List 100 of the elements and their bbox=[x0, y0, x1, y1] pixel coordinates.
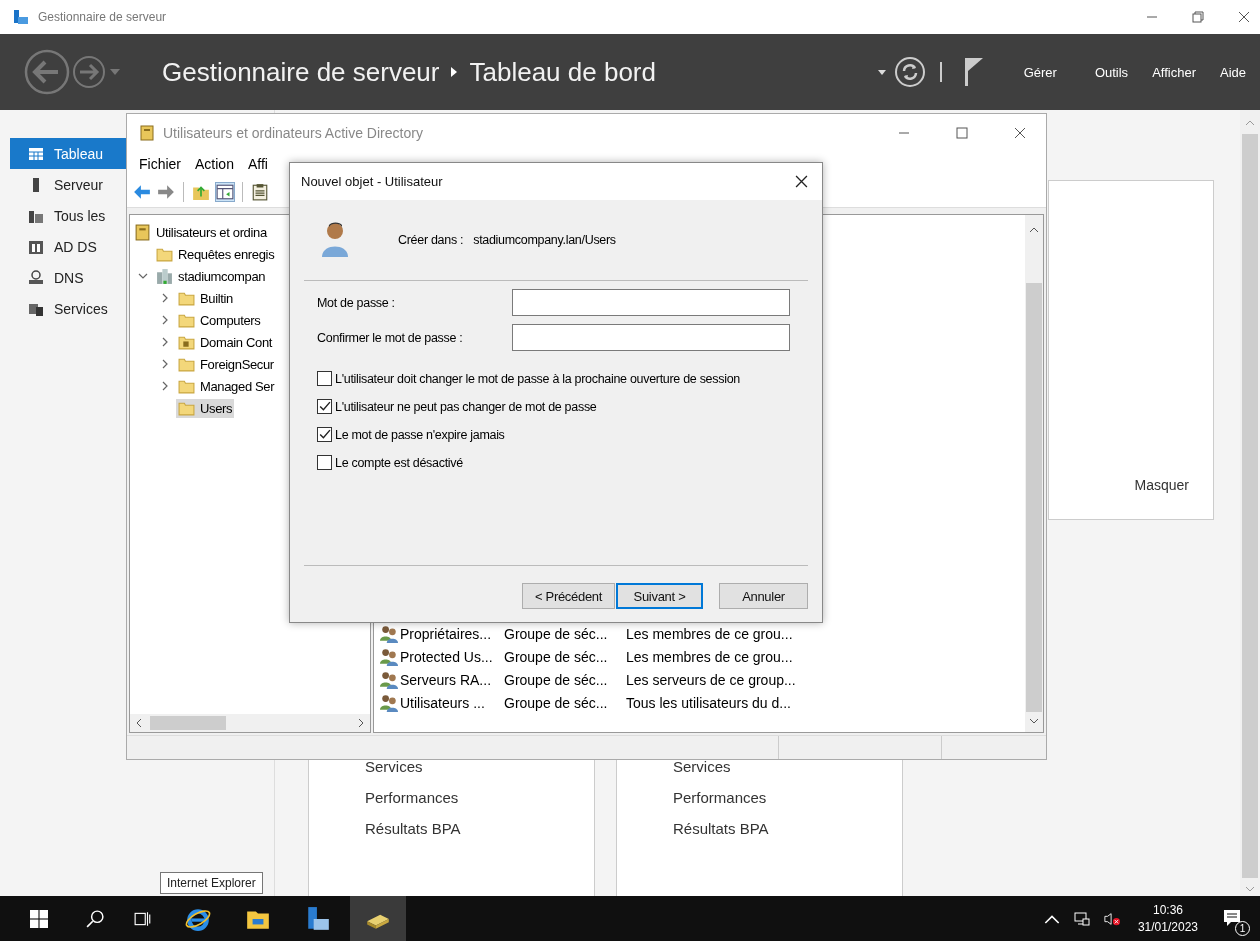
menu-item[interactable]: Outils bbox=[1094, 64, 1129, 80]
menu-item[interactable]: Affi bbox=[247, 156, 268, 172]
checkbox-label[interactable]: L'utilisateur doit changer le mot de passe à la prochaine ouverture de session bbox=[335, 371, 740, 386]
close-icon[interactable] bbox=[1238, 11, 1250, 23]
scrollbar[interactable] bbox=[130, 714, 370, 732]
flag-icon[interactable] bbox=[963, 57, 984, 87]
speaker-muted-icon[interactable] bbox=[1103, 910, 1120, 927]
checkbox[interactable] bbox=[317, 371, 332, 386]
dashboard-icon bbox=[28, 145, 44, 162]
chevron-icon[interactable] bbox=[160, 293, 170, 303]
menu-item[interactable]: Aide bbox=[1219, 64, 1246, 80]
task-view-icon[interactable] bbox=[134, 909, 152, 928]
server-manager-icon bbox=[305, 905, 331, 932]
chevron-icon[interactable] bbox=[138, 271, 148, 281]
checkbox-label[interactable]: Le mot de passe n'expire jamais bbox=[335, 427, 505, 442]
dialog-button[interactable]: Suivant > bbox=[616, 583, 703, 609]
console-tree-icon[interactable] bbox=[216, 183, 234, 201]
tree-item[interactable]: ForeignSecur bbox=[176, 354, 276, 374]
tile-link[interactable]: Performances bbox=[365, 789, 594, 806]
clock-time[interactable]: 10:36 bbox=[1152, 901, 1183, 919]
tile-link[interactable]: Services bbox=[673, 758, 902, 775]
chevron-icon[interactable] bbox=[160, 359, 170, 369]
checkbox[interactable] bbox=[317, 427, 332, 442]
checkbox-label[interactable]: Le compte est désactivé bbox=[335, 455, 463, 470]
user-icon bbox=[320, 221, 350, 259]
clipboard-icon[interactable] bbox=[251, 183, 269, 201]
domain-icon bbox=[156, 267, 173, 285]
close-icon[interactable] bbox=[1014, 126, 1026, 139]
tooltip: Internet Explorer bbox=[160, 872, 263, 894]
tile-link[interactable]: Performances bbox=[673, 789, 902, 806]
checkbox-label[interactable]: L'utilisateur ne peut pas changer de mot de passe bbox=[335, 399, 597, 414]
caret-icon[interactable] bbox=[877, 69, 886, 75]
back-arrow-icon[interactable] bbox=[133, 183, 151, 201]
forward-arrow-icon[interactable] bbox=[157, 183, 175, 201]
restore-icon[interactable] bbox=[1192, 11, 1204, 23]
create-in-path: stadiumcompany.lan/Users bbox=[473, 233, 616, 247]
sidebar-item[interactable]: DNS bbox=[10, 262, 126, 293]
menu-item[interactable]: Fichier bbox=[139, 156, 181, 172]
group-type: Groupe de séc... bbox=[504, 671, 609, 688]
checkbox[interactable] bbox=[317, 399, 332, 414]
maximize-icon[interactable] bbox=[956, 126, 968, 139]
menu-item[interactable]: Afficher bbox=[1152, 64, 1196, 80]
scroll-left-icon[interactable] bbox=[136, 718, 142, 728]
windows-logo-icon[interactable] bbox=[30, 909, 48, 928]
search-icon[interactable] bbox=[86, 909, 104, 928]
breadcrumb-item: Tableau de bord bbox=[469, 56, 656, 88]
scroll-right-icon[interactable] bbox=[358, 718, 364, 728]
tile-link[interactable]: Services bbox=[365, 758, 594, 775]
tree-item[interactable]: Managed Ser bbox=[176, 376, 277, 396]
user-group-icon bbox=[380, 647, 398, 666]
close-icon[interactable] bbox=[795, 175, 808, 188]
user-group-icon bbox=[380, 670, 398, 689]
taskbar-app[interactable] bbox=[350, 896, 406, 941]
create-in-label: Créer dans : bbox=[398, 233, 464, 247]
group-description: Les membres de ce grou... bbox=[626, 648, 793, 665]
tree-item[interactable]: stadiumcompan bbox=[154, 266, 268, 286]
dns-icon bbox=[28, 269, 44, 286]
tile-link[interactable]: Résultats BPA bbox=[673, 820, 902, 837]
password-field[interactable] bbox=[512, 324, 790, 351]
sidebar-item[interactable]: Tous les bbox=[10, 200, 126, 231]
group-name[interactable]: Utilisateurs ... bbox=[400, 694, 485, 711]
scroll-down-icon[interactable] bbox=[1029, 718, 1039, 724]
tree-item[interactable]: Utilisateurs et ordina bbox=[132, 222, 269, 242]
menu-item[interactable]: Gérer bbox=[1023, 64, 1057, 80]
sidebar-item[interactable]: Tableau bbox=[10, 138, 126, 169]
dialog-button[interactable]: < Précédent bbox=[522, 583, 615, 609]
menu-item[interactable]: Action bbox=[195, 156, 234, 172]
notification-icon[interactable] bbox=[1222, 907, 1242, 928]
sidebar-item[interactable]: Serveur bbox=[10, 169, 126, 200]
password-field[interactable] bbox=[512, 289, 790, 316]
field-label: Confirmer le mot de passe : bbox=[317, 330, 464, 345]
scroll-up-icon[interactable] bbox=[1029, 227, 1039, 233]
user-group-icon bbox=[380, 693, 398, 712]
chevron-icon[interactable] bbox=[160, 381, 170, 391]
group-type: Groupe de séc... bbox=[504, 648, 609, 665]
group-name[interactable]: Serveurs RA... bbox=[400, 671, 492, 688]
hide-link[interactable]: Masquer bbox=[1134, 477, 1189, 493]
directory-book-icon bbox=[139, 124, 155, 141]
tree-item[interactable]: Requêtes enregis bbox=[154, 244, 277, 264]
refresh-icon[interactable] bbox=[893, 56, 926, 88]
tile-link[interactable]: Résultats BPA bbox=[365, 820, 594, 837]
tree-item[interactable]: Users bbox=[176, 398, 235, 418]
notification-count: 1 bbox=[1235, 920, 1250, 936]
clock-date[interactable]: 31/01/2023 bbox=[1137, 918, 1198, 936]
chevron-icon[interactable] bbox=[160, 337, 170, 347]
dialog-button[interactable]: Annuler bbox=[719, 583, 808, 609]
scrollbar[interactable] bbox=[1025, 215, 1043, 732]
dialog-title: Nouvel objet - Utilisateur bbox=[301, 174, 443, 189]
network-icon[interactable] bbox=[1073, 910, 1090, 927]
tree-item[interactable]: Builtin bbox=[176, 288, 235, 308]
directory-book-icon bbox=[134, 223, 151, 241]
field-label: Mot de passe : bbox=[317, 295, 396, 310]
checkbox[interactable] bbox=[317, 455, 332, 470]
sidebar-item[interactable]: AD DS bbox=[10, 231, 126, 262]
chevron-icon[interactable] bbox=[160, 315, 170, 325]
group-name[interactable]: Propriétaires... bbox=[400, 625, 492, 642]
group-name[interactable]: Protected Us... bbox=[400, 648, 493, 665]
tree-item[interactable]: Domain Cont bbox=[176, 332, 275, 352]
tree-item[interactable]: Computers bbox=[176, 310, 263, 330]
sidebar-item[interactable]: Services bbox=[10, 293, 126, 324]
